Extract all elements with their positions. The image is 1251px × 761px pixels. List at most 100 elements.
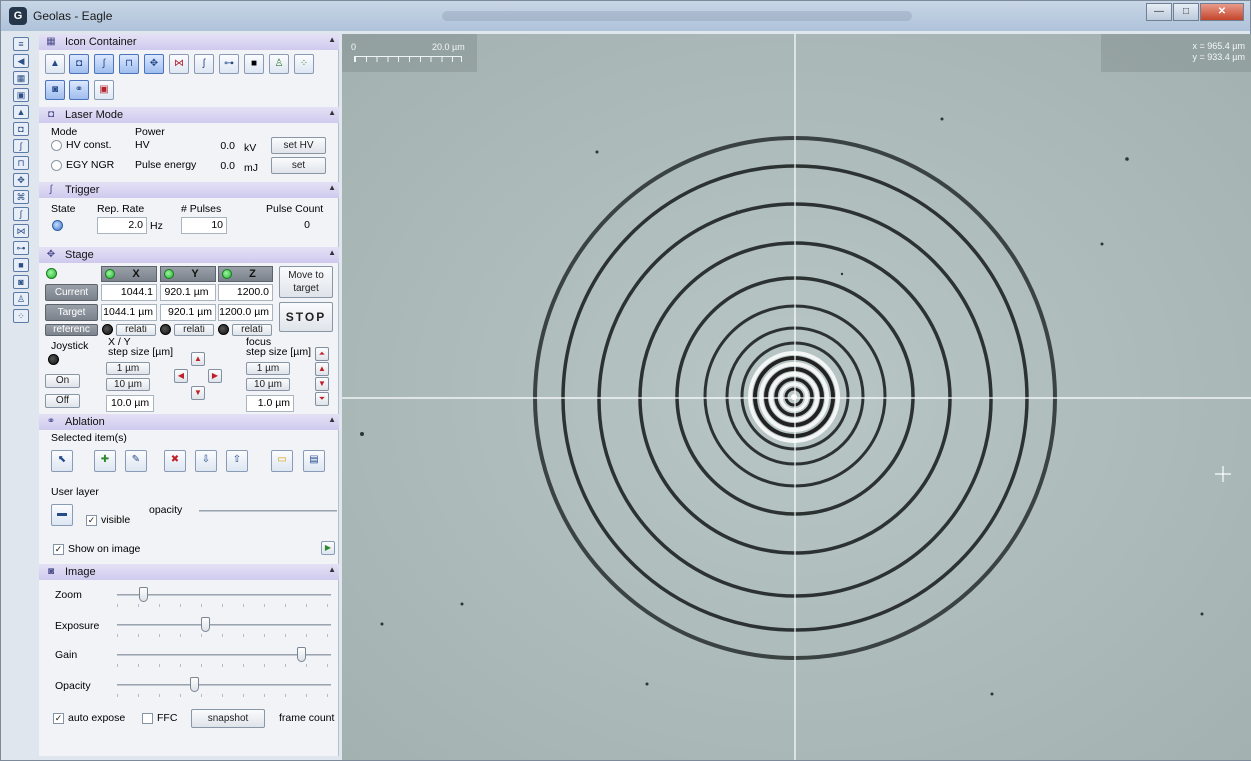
energy-tool-icon[interactable]: ⊓ xyxy=(119,54,139,74)
stop-square-icon[interactable]: ■ xyxy=(13,258,29,272)
hv-value[interactable]: 0.0 xyxy=(193,138,239,155)
stage-tool-icon[interactable]: ✥ xyxy=(144,54,164,74)
save-disk-icon[interactable]: ▤ xyxy=(303,450,325,472)
camera-tool-icon[interactable]: ◙ xyxy=(45,80,65,100)
list-icon[interactable]: ≡ xyxy=(13,37,29,51)
camera-icon[interactable]: ◙ xyxy=(13,275,29,289)
person-icon[interactable]: ♙ xyxy=(13,292,29,306)
add-item-icon[interactable]: ✚ xyxy=(94,450,116,472)
y-relative-button[interactable]: relati xyxy=(174,324,214,336)
laser-mode-icon[interactable]: ◘ xyxy=(13,122,29,136)
hv-const-radio[interactable] xyxy=(51,140,62,151)
trigger-icon[interactable]: ∫ xyxy=(13,139,29,153)
move-up-item-icon[interactable]: ⇧ xyxy=(226,450,248,472)
joystick-on-button[interactable]: On xyxy=(45,374,80,388)
bowtie-icon[interactable]: ⋈ xyxy=(13,224,29,238)
image-header[interactable]: ◙ Image ▲ xyxy=(39,564,339,580)
dots-tool-icon[interactable]: ⁘ xyxy=(294,54,314,74)
play-icon[interactable]: ▶ xyxy=(321,541,335,555)
collapse-caret-icon[interactable]: ▲ xyxy=(328,248,336,257)
trigger-header[interactable]: ∫ Trigger ▲ xyxy=(39,182,339,198)
focus-down-icon[interactable]: ▼ xyxy=(315,377,329,391)
exposure-slider[interactable] xyxy=(117,624,331,626)
laser-tool-icon[interactable]: ▣ xyxy=(94,80,114,100)
move-up-arrow-icon[interactable]: ▲ xyxy=(191,352,205,366)
move-left-arrow-icon[interactable]: ◀ xyxy=(174,369,188,383)
move-down-item-icon[interactable]: ⇩ xyxy=(195,450,217,472)
stage-icon[interactable]: ✥ xyxy=(13,173,29,187)
user-layer-opacity-slider[interactable] xyxy=(199,510,337,512)
stage-header[interactable]: ✥ Stage ▲ xyxy=(39,247,339,263)
move-right-arrow-icon[interactable]: ▶ xyxy=(208,369,222,383)
icon-container-header[interactable]: ▦ Icon Container ▲ xyxy=(39,34,339,50)
current-position-button[interactable]: Current xyxy=(45,284,98,301)
z-relative-button[interactable]: relati xyxy=(232,324,272,336)
select-items-icon[interactable]: ⬉ xyxy=(51,450,73,472)
pulse-energy-value[interactable]: 0.0 xyxy=(193,158,239,175)
focus-step-1um-button[interactable]: 1 µm xyxy=(246,362,290,375)
link-tool-icon[interactable]: ⚭ xyxy=(69,80,89,100)
target-y-input[interactable]: 920.1 µm xyxy=(160,304,216,321)
egy-ngr-radio[interactable] xyxy=(51,160,62,171)
trigger-tool-icon[interactable]: ∫ xyxy=(94,54,114,74)
camera-viewer[interactable]: 0 20.0 µm x = 965.4 µm y = 933.4 µm xyxy=(342,34,1251,760)
laser-mode-tool-icon[interactable]: ◘ xyxy=(69,54,89,74)
collapse-icon[interactable]: ◀ xyxy=(13,54,29,68)
ablation-icon[interactable]: ⌘ xyxy=(13,190,29,204)
focus-step-10um-button[interactable]: 10 µm xyxy=(246,378,290,391)
show-on-image-checkbox[interactable]: ✓ xyxy=(53,544,64,555)
gain-slider-thumb[interactable] xyxy=(297,647,307,662)
curve-icon[interactable]: ∫ xyxy=(13,207,29,221)
zoom-slider-thumb[interactable] xyxy=(138,587,148,602)
z-axis-button[interactable]: Z xyxy=(218,266,273,282)
collapse-caret-icon[interactable]: ▲ xyxy=(328,35,336,44)
target-x-input[interactable]: 1044.1 µm xyxy=(101,304,157,321)
maximize-button[interactable]: □ xyxy=(1173,3,1199,21)
valve-icon[interactable]: ⊶ xyxy=(13,241,29,255)
exposure-slider-thumb[interactable] xyxy=(200,617,210,632)
move-to-target-button[interactable]: Move to target xyxy=(279,266,333,298)
laser-icon[interactable]: ▣ xyxy=(13,88,29,102)
reference-button[interactable]: referenc xyxy=(45,324,98,336)
target-z-input[interactable]: 1200.0 µm xyxy=(218,304,273,321)
set-energy-button[interactable]: set xyxy=(271,157,326,174)
stop-button[interactable]: STOP xyxy=(279,302,333,332)
collapse-caret-icon[interactable]: ▲ xyxy=(328,565,336,574)
collapse-caret-icon[interactable]: ▲ xyxy=(328,415,336,424)
image-opacity-slider[interactable] xyxy=(117,684,331,686)
bowtie-tool-icon[interactable]: ⋈ xyxy=(169,54,189,74)
curve-tool-icon[interactable]: ʃ xyxy=(194,54,214,74)
pulses-input[interactable]: 10 xyxy=(181,217,227,234)
auto-expose-checkbox[interactable]: ✓ xyxy=(53,713,64,724)
move-down-arrow-icon[interactable]: ▼ xyxy=(191,386,205,400)
stop-tool-icon[interactable]: ■ xyxy=(244,54,264,74)
x-axis-button[interactable]: X xyxy=(101,266,157,282)
x-relative-button[interactable]: relati xyxy=(116,324,156,336)
focus-up-icon[interactable]: ▲ xyxy=(315,362,329,376)
rep-rate-input[interactable]: 2.0 xyxy=(97,217,147,234)
focus-fast-down-icon[interactable]: ⏷ xyxy=(315,392,329,406)
collapse-caret-icon[interactable]: ▲ xyxy=(328,183,336,192)
title-bar[interactable]: G Geolas - Eagle — □ ✕ xyxy=(1,1,1250,31)
visible-checkbox[interactable]: ✓ xyxy=(86,515,97,526)
target-button[interactable]: Target xyxy=(45,304,98,321)
zoom-slider[interactable] xyxy=(117,594,331,596)
image-opacity-slider-thumb[interactable] xyxy=(190,677,200,692)
ablation-header[interactable]: ⚭ Ablation ▲ xyxy=(39,414,339,430)
focus-step-input[interactable]: 1.0 µm xyxy=(246,395,294,412)
collapse-caret-icon[interactable]: ▲ xyxy=(328,108,336,117)
delete-item-icon[interactable]: ✖ xyxy=(164,450,186,472)
ffc-checkbox[interactable] xyxy=(142,713,153,724)
dots-icon[interactable]: ⁘ xyxy=(13,309,29,323)
y-axis-button[interactable]: Y xyxy=(160,266,216,282)
user-layer-icon[interactable]: ▬ xyxy=(51,504,73,526)
xy-step-10um-button[interactable]: 10 µm xyxy=(106,378,150,391)
grid-icon[interactable]: ▦ xyxy=(13,71,29,85)
joystick-off-button[interactable]: Off xyxy=(45,394,80,408)
warning-icon[interactable]: ▲ xyxy=(13,105,29,119)
warning-tool-icon[interactable]: ▲ xyxy=(45,54,65,74)
snapshot-button[interactable]: snapshot xyxy=(191,709,265,728)
open-folder-icon[interactable]: ▭ xyxy=(271,450,293,472)
xy-step-1um-button[interactable]: 1 µm xyxy=(106,362,150,375)
valve-tool-icon[interactable]: ⊶ xyxy=(219,54,239,74)
